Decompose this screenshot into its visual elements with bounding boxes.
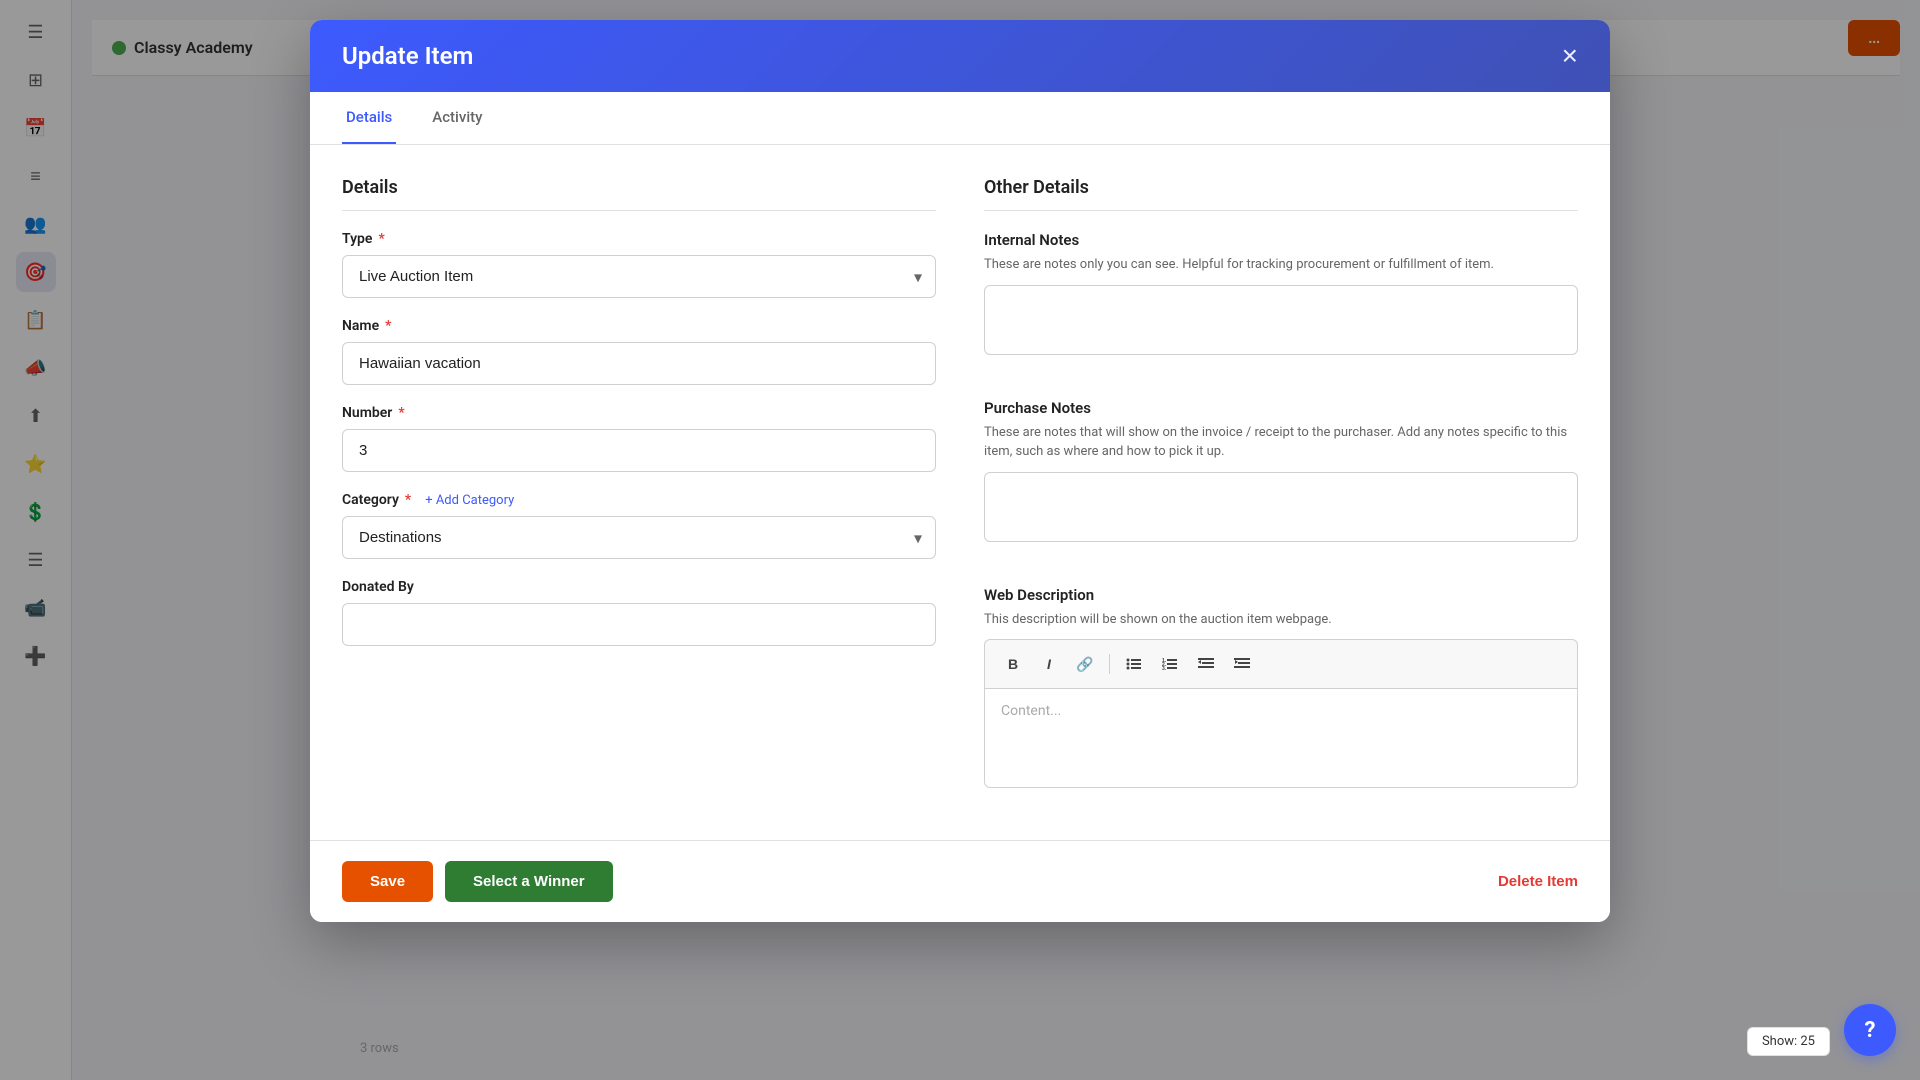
- name-label: Name *: [342, 318, 936, 334]
- category-label: Category * + Add Category: [342, 492, 936, 508]
- type-label: Type *: [342, 231, 936, 247]
- purchase-notes-group: Purchase Notes These are notes that will…: [984, 399, 1578, 566]
- internal-notes-textarea[interactable]: [984, 285, 1578, 355]
- donated-by-label: Donated By: [342, 579, 936, 595]
- internal-notes-desc: These are notes only you can see. Helpfu…: [984, 255, 1578, 275]
- web-desc-label: Web Description: [984, 586, 1578, 604]
- show-badge: Show: 25: [1747, 1027, 1830, 1056]
- details-section: Details Type * Live Auction Item Silent …: [342, 177, 936, 808]
- tab-details[interactable]: Details: [342, 92, 396, 144]
- toolbar-divider-1: [1109, 654, 1110, 674]
- web-desc-desc: This description will be shown on the au…: [984, 610, 1578, 630]
- footer-actions-left: Save Select a Winner: [342, 861, 613, 902]
- number-field-group: Number *: [342, 405, 936, 472]
- category-required-star: *: [405, 492, 411, 508]
- toolbar-link-button[interactable]: 🔗: [1069, 648, 1101, 680]
- toolbar-indent-button[interactable]: [1226, 648, 1258, 680]
- save-button[interactable]: Save: [342, 861, 433, 902]
- details-section-title: Details: [342, 177, 936, 211]
- number-input[interactable]: [342, 429, 936, 472]
- donated-by-input[interactable]: [342, 603, 936, 646]
- other-details-section-title: Other Details: [984, 177, 1578, 211]
- toolbar-numbered-button[interactable]: 1.2.3.: [1154, 648, 1186, 680]
- number-label: Number *: [342, 405, 936, 421]
- type-required-star: *: [378, 231, 384, 247]
- type-select[interactable]: Live Auction Item Silent Auction Item Ra…: [342, 255, 936, 298]
- category-select[interactable]: Destinations Experiences Goods Services: [342, 516, 936, 559]
- name-field-group: Name *: [342, 318, 936, 385]
- svg-text:3.: 3.: [1162, 666, 1167, 671]
- other-details-section: Other Details Internal Notes These are n…: [984, 177, 1578, 808]
- number-required-star: *: [398, 405, 404, 421]
- tab-activity[interactable]: Activity: [428, 92, 486, 144]
- rows-badge: 3 rows: [360, 1041, 399, 1056]
- type-select-wrapper: Live Auction Item Silent Auction Item Ra…: [342, 255, 936, 298]
- toolbar-outdent-button[interactable]: [1190, 648, 1222, 680]
- modal-body: Details Type * Live Auction Item Silent …: [310, 145, 1610, 840]
- modal-tabs: Details Activity: [310, 92, 1610, 145]
- purchase-notes-label: Purchase Notes: [984, 399, 1578, 417]
- donated-by-field-group: Donated By: [342, 579, 936, 646]
- modal-header: Update Item ×: [310, 20, 1610, 92]
- delete-item-button[interactable]: Delete Item: [1498, 873, 1578, 890]
- toolbar-italic-button[interactable]: I: [1033, 648, 1065, 680]
- help-button[interactable]: ?: [1844, 1004, 1896, 1056]
- web-desc-group: Web Description This description will be…: [984, 586, 1578, 789]
- select-winner-button[interactable]: Select a Winner: [445, 861, 613, 902]
- toolbar-bullet-button[interactable]: [1118, 648, 1150, 680]
- category-select-wrapper: Destinations Experiences Goods Services …: [342, 516, 936, 559]
- toolbar-bold-button[interactable]: B: [997, 648, 1029, 680]
- purchase-notes-desc: These are notes that will show on the in…: [984, 423, 1578, 462]
- purchase-notes-textarea[interactable]: [984, 472, 1578, 542]
- name-required-star: *: [385, 318, 391, 334]
- close-button[interactable]: ×: [1562, 42, 1578, 70]
- category-field-group: Category * + Add Category Destinations E…: [342, 492, 936, 559]
- update-item-modal: Update Item × Details Activity Details T…: [310, 20, 1610, 922]
- modal-footer: Save Select a Winner Delete Item: [310, 840, 1610, 922]
- web-desc-editor[interactable]: Content...: [984, 688, 1578, 788]
- rich-text-toolbar: B I 🔗 1.2.3.: [984, 639, 1578, 688]
- type-field-group: Type * Live Auction Item Silent Auction …: [342, 231, 936, 298]
- add-category-link[interactable]: + Add Category: [425, 493, 514, 508]
- modal-title: Update Item: [342, 42, 473, 70]
- internal-notes-group: Internal Notes These are notes only you …: [984, 231, 1578, 379]
- name-input[interactable]: [342, 342, 936, 385]
- internal-notes-label: Internal Notes: [984, 231, 1578, 249]
